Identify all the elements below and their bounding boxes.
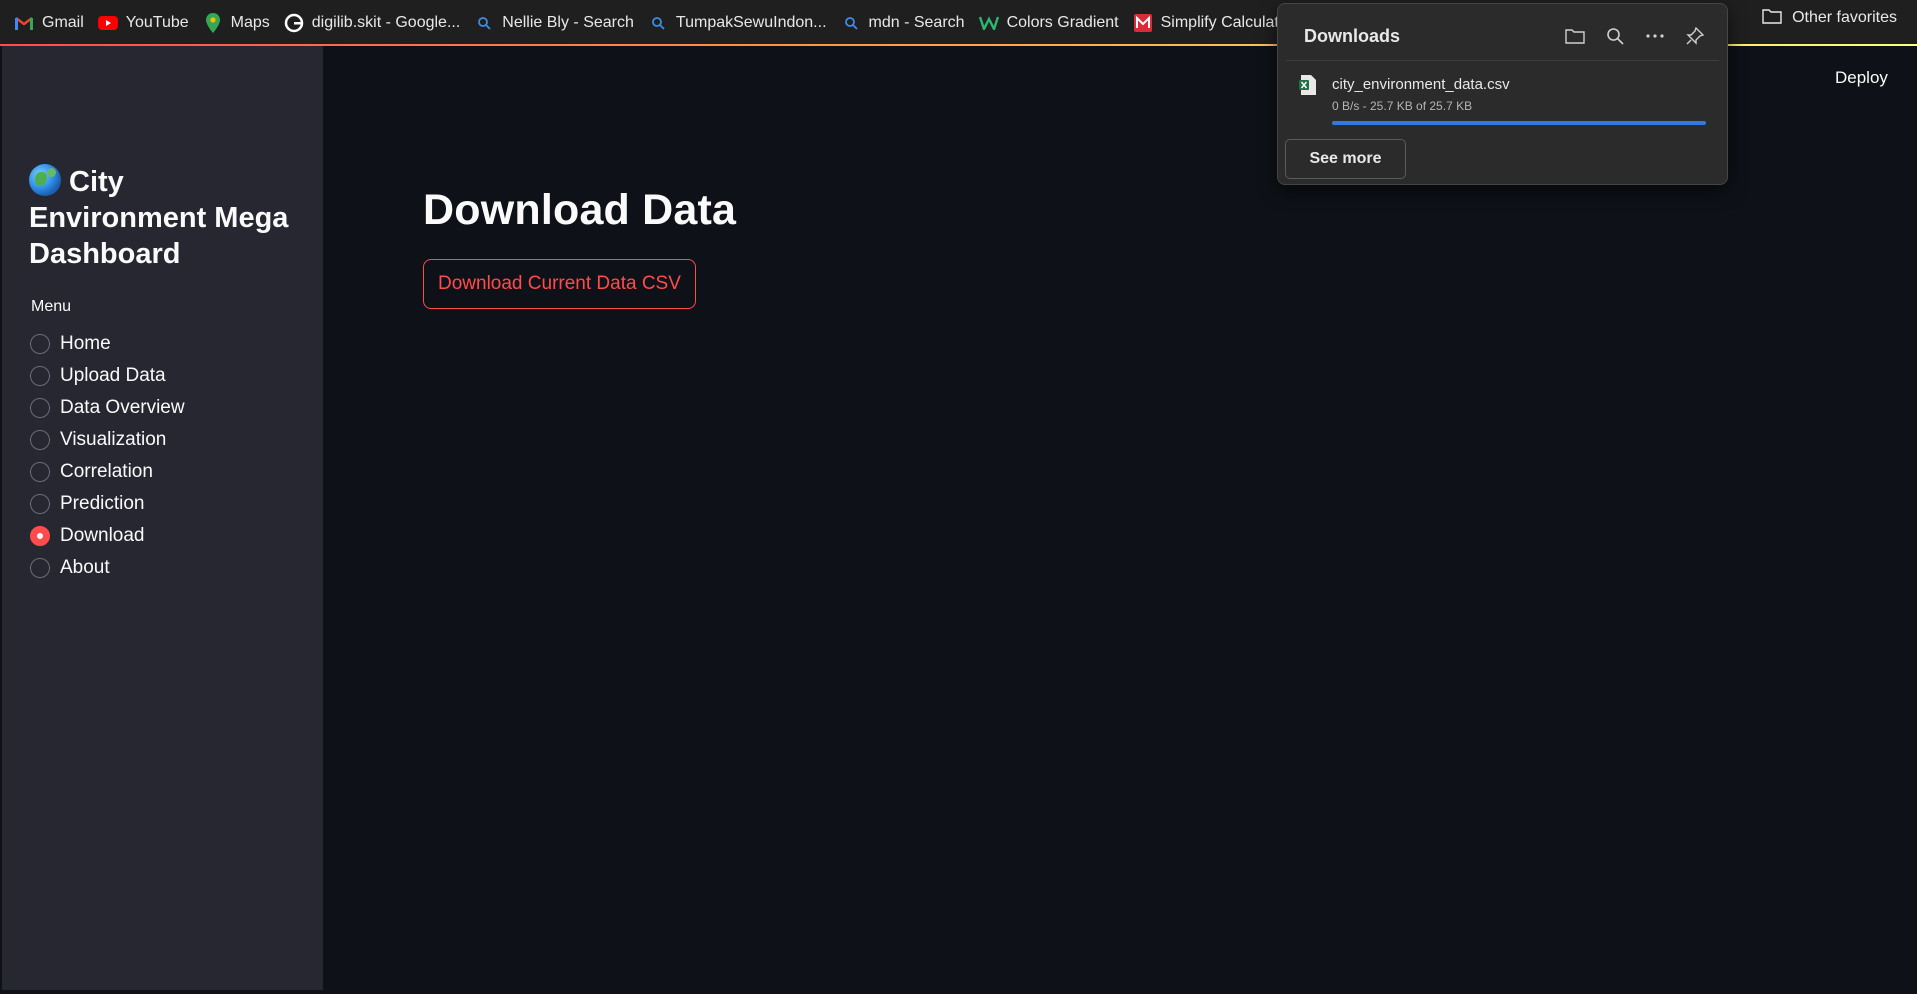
streamlit-app: City Environment Mega Dashboard Menu Hom… xyxy=(0,46,1917,990)
bookmark-label: Colors Gradient xyxy=(1006,14,1119,31)
page-title: Download Data xyxy=(423,186,737,234)
menu-item-label: Correlation xyxy=(60,461,153,482)
bookmark-label: digilib.skit - Google... xyxy=(311,14,461,31)
menu-item-label: Download xyxy=(60,525,145,546)
bookmark-label: mdn - Search xyxy=(868,14,965,31)
menu-item-label: Data Overview xyxy=(60,397,185,418)
menu-item-prediction[interactable]: Prediction xyxy=(30,488,185,520)
sidebar-title: City Environment Mega Dashboard xyxy=(29,164,299,272)
see-more-button[interactable]: See more xyxy=(1285,139,1406,179)
menu-item-visualization[interactable]: Visualization xyxy=(30,424,185,456)
search-icon xyxy=(841,13,861,33)
download-csv-button[interactable]: Download Current Data CSV xyxy=(423,259,696,309)
radio-button[interactable] xyxy=(30,462,50,482)
radio-button[interactable] xyxy=(30,398,50,418)
bookmark-colors-gradient[interactable]: Colors Gradient xyxy=(975,8,1129,38)
open-folder-icon[interactable] xyxy=(1565,26,1585,46)
radio-button[interactable] xyxy=(30,558,50,578)
menu-item-about[interactable]: About xyxy=(30,552,185,584)
downloads-toolbar xyxy=(1565,26,1705,46)
bookmark-digilib[interactable]: digilib.skit - Google... xyxy=(280,8,471,38)
pin-icon[interactable] xyxy=(1685,26,1705,46)
search-icon xyxy=(648,13,668,33)
bookmark-nellie-bly[interactable]: Nellie Bly - Search xyxy=(470,8,644,38)
radio-button[interactable] xyxy=(30,334,50,354)
menu-label: Menu xyxy=(31,298,72,315)
more-options-icon[interactable] xyxy=(1645,26,1665,46)
bookmark-tumpaksewu[interactable]: TumpakSewuIndon... xyxy=(644,8,837,38)
menu-item-download[interactable]: Download xyxy=(30,520,185,552)
globe-icon xyxy=(29,164,61,196)
radio-button[interactable] xyxy=(30,430,50,450)
menu-item-correlation[interactable]: Correlation xyxy=(30,456,185,488)
radio-button-selected[interactable] xyxy=(30,526,50,546)
sidebar: City Environment Mega Dashboard Menu Hom… xyxy=(2,46,323,990)
main-content: Download Data Download Current Data CSV … xyxy=(323,46,1917,990)
bookmark-label: TumpakSewuIndon... xyxy=(675,14,827,31)
maps-icon xyxy=(203,13,223,33)
radio-button[interactable] xyxy=(30,366,50,386)
download-file-name[interactable]: city_environment_data.csv xyxy=(1332,76,1510,93)
youtube-icon xyxy=(97,13,118,33)
menu-item-label: Home xyxy=(60,333,111,354)
bookmark-simplify-calculator[interactable]: Simplify Calculato xyxy=(1129,8,1298,38)
menu-item-data-overview[interactable]: Data Overview xyxy=(30,392,185,424)
bookmark-label: Nellie Bly - Search xyxy=(502,14,634,31)
menu-item-upload-data[interactable]: Upload Data xyxy=(30,360,185,392)
w-icon xyxy=(978,13,999,33)
bookmark-mdn[interactable]: mdn - Search xyxy=(837,8,975,38)
folder-icon xyxy=(1762,8,1784,28)
download-progress-bar xyxy=(1332,121,1706,125)
search-icon[interactable] xyxy=(1605,26,1625,46)
gmail-icon xyxy=(14,13,34,33)
excel-file-icon xyxy=(1298,74,1318,96)
menu-radio-group: Home Upload Data Data Overview Visualiza… xyxy=(30,328,185,584)
download-progress-fill xyxy=(1332,121,1706,125)
menu-item-home[interactable]: Home xyxy=(30,328,185,360)
downloads-title: Downloads xyxy=(1304,26,1401,46)
menu-item-label: Visualization xyxy=(60,429,167,450)
other-favorites[interactable]: Other favorites xyxy=(1762,8,1897,28)
bookmark-maps[interactable]: Maps xyxy=(199,8,280,38)
bookmark-gmail[interactable]: Gmail xyxy=(10,8,94,38)
other-favorites-label: Other favorites xyxy=(1792,9,1897,26)
bookmark-label: YouTube xyxy=(125,14,189,31)
bookmark-youtube[interactable]: YouTube xyxy=(94,8,199,38)
google-icon xyxy=(284,13,304,33)
deploy-button[interactable]: Deploy xyxy=(1835,68,1888,88)
downloads-panel: Downloads city_environment_data.csv 0 B/… xyxy=(1277,3,1728,185)
menu-item-label: About xyxy=(60,557,110,578)
search-icon xyxy=(474,13,494,33)
bookmark-label: Simplify Calculato xyxy=(1160,14,1288,31)
bookmark-label: Gmail xyxy=(42,14,84,31)
radio-button[interactable] xyxy=(30,494,50,514)
sidebar-title-text: City Environment Mega Dashboard xyxy=(29,166,289,270)
divider xyxy=(1286,60,1719,61)
menu-item-label: Upload Data xyxy=(60,365,166,386)
download-file-status: 0 B/s - 25.7 KB of 25.7 KB xyxy=(1332,99,1473,113)
bookmark-label: Maps xyxy=(230,14,270,31)
calculator-icon xyxy=(1133,13,1153,33)
menu-item-label: Prediction xyxy=(60,493,145,514)
